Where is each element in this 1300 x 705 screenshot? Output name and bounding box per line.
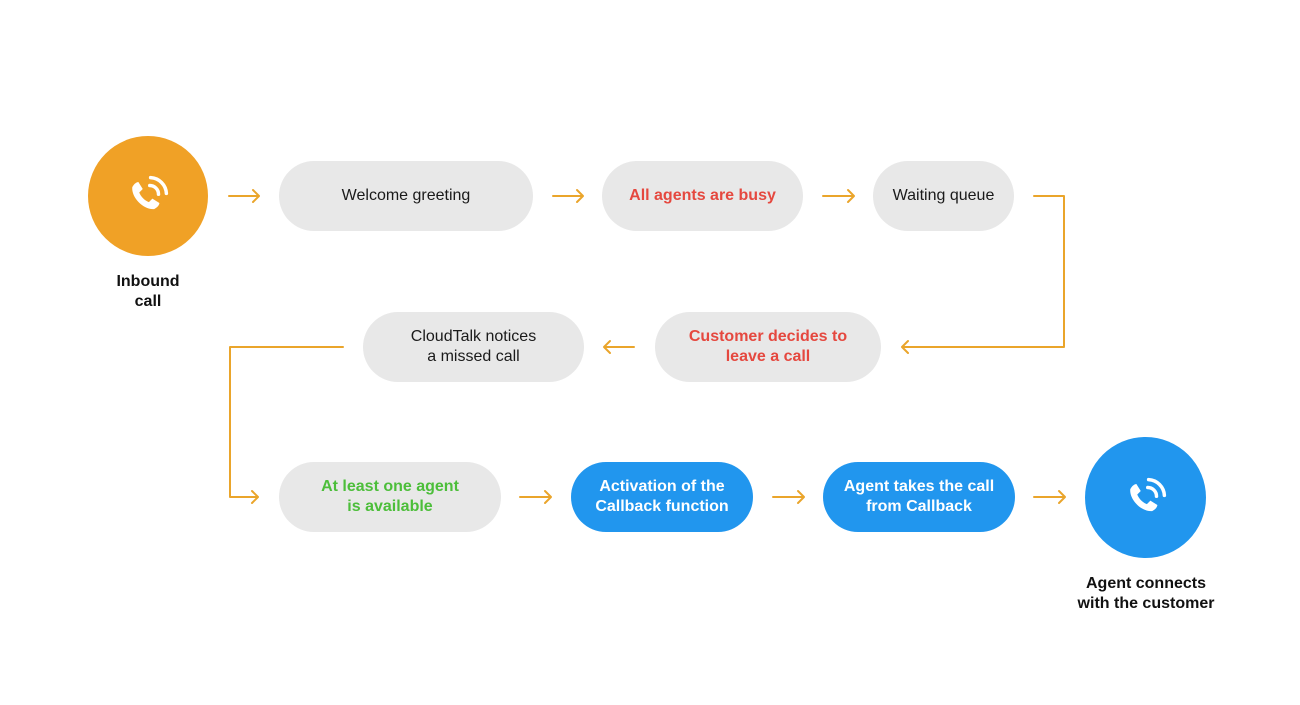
phone-ringing-icon [132, 175, 169, 210]
inbound-call-label: Inbound call [116, 273, 180, 310]
arrow-right-icon [1033, 490, 1066, 504]
agent-connects-circle [1085, 437, 1206, 558]
step-waiting-queue: Waiting queue [873, 161, 1014, 231]
inbound-call-circle [88, 136, 208, 256]
step-label: All agents are busy [629, 187, 776, 204]
step-customer-leaves: Customer decides to leave a call [655, 312, 881, 382]
step-label: At least one agent is available [321, 478, 459, 515]
step-callback-activation: Activation of the Callback function [571, 462, 753, 532]
step-agent-takes-call: Agent takes the call from Callback [823, 462, 1015, 532]
step-label: Customer decides to leave a call [688, 328, 848, 365]
arrow-right-icon [228, 189, 260, 203]
step-agent-available: At least one agent is available [279, 462, 501, 532]
step-label: Agent takes the call from Callback [843, 478, 995, 515]
step-missed-call-noticed: CloudTalk notices a missed call [363, 312, 584, 382]
step-label: Waiting queue [892, 187, 995, 204]
arrow-right-icon [772, 490, 805, 504]
step-label: CloudTalk notices a missed call [410, 328, 537, 365]
step-label: Welcome greeting [341, 187, 471, 204]
callback-flow-diagram: Inbound call Welcome greeting All agents… [0, 0, 1300, 705]
step-label: Activation of the Callback function [595, 478, 729, 515]
arrow-right-icon [519, 490, 552, 504]
step-all-agents-busy: All agents are busy [602, 161, 803, 231]
step-welcome-greeting: Welcome greeting [279, 161, 533, 231]
arrow-left-icon [603, 340, 635, 354]
arrow-right-icon [552, 189, 584, 203]
arrow-right-icon [822, 189, 855, 203]
agent-connects-label: Agent connects with the customer [1077, 575, 1215, 612]
phone-ringing-icon [1129, 477, 1166, 511]
